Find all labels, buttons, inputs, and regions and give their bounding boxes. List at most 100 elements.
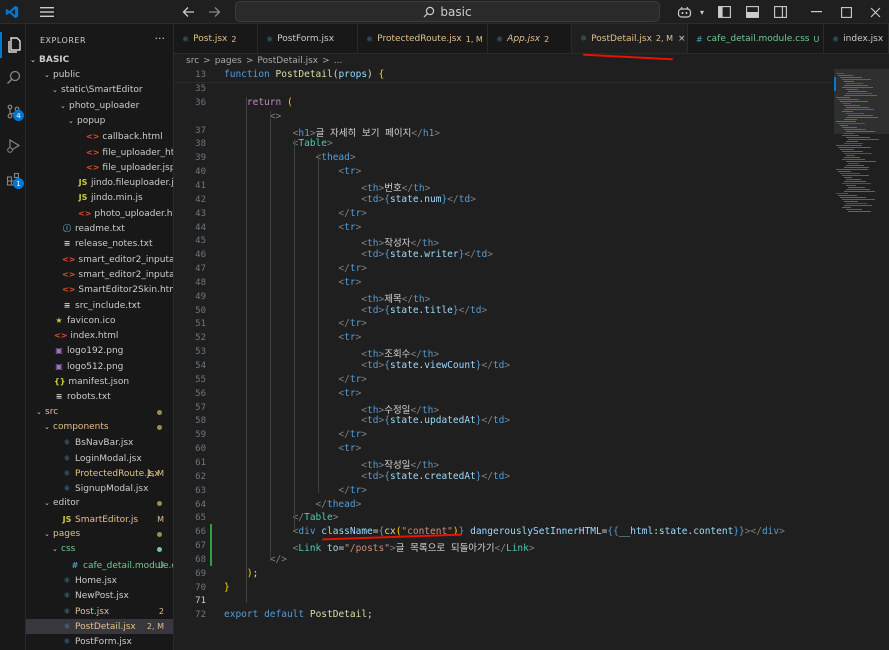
minimap-line — [846, 179, 861, 180]
file-item[interactable]: <>smart_editor2_inputarea_i... — [26, 252, 173, 267]
file-item[interactable]: ⚛ BsNavBar.jsx — [26, 435, 173, 450]
folder-item[interactable]: ⌄ static\SmartEditor — [26, 83, 173, 98]
tab-app-jsx[interactable]: ⚛ App.jsx 2 — [488, 24, 572, 53]
minimap-line — [836, 97, 850, 98]
run-debug-icon[interactable] — [0, 132, 26, 158]
minimap-line — [846, 209, 862, 210]
close-window-icon[interactable] — [862, 0, 889, 24]
file-item[interactable]: ⚛ Post.jsx 2 — [26, 604, 173, 619]
title-bar: basic ▾ — [0, 0, 889, 24]
file-item[interactable]: JS jindo.fileuploader.js — [26, 175, 173, 190]
breadcrumb-item[interactable]: PostDetail.jsx — [257, 56, 318, 66]
minimap-line — [842, 87, 873, 88]
file-name: LoginModal.jsx — [75, 453, 142, 464]
file-item[interactable]: ⚛ SignupModal.jsx — [26, 481, 173, 496]
source-control-icon[interactable]: 4 — [0, 98, 26, 124]
tab-postform-jsx[interactable]: ⚛ PostForm.jsx — [258, 24, 358, 53]
file-item[interactable]: <>smart_editor2_inputarea.ht... — [26, 267, 173, 282]
folder-item[interactable]: ⌄ components — [26, 420, 173, 435]
file-item[interactable]: ▣ logo512.png — [26, 359, 173, 374]
code-line: <td>{state.createdAt}</td> — [361, 470, 511, 482]
indent-guide — [246, 97, 247, 603]
file-item[interactable]: ⚛ Home.jsx — [26, 573, 173, 588]
tab-cafe-detail-module-css[interactable]: # cafe_detail.module.css U — [688, 24, 824, 53]
minimap-line — [844, 85, 868, 86]
file-type-icon: ⚛ — [63, 637, 71, 647]
file-item[interactable]: ⚛ ProtectedRoute.jsx 1, M — [26, 466, 173, 481]
file-item[interactable]: ⓘ readme.txt — [26, 221, 173, 236]
breadcrumb-item[interactable]: src — [186, 56, 199, 66]
file-item[interactable]: <> SmartEditor2Skin.html — [26, 282, 173, 297]
folder-item[interactable]: ⌄ src — [26, 405, 173, 420]
tab-protectedroute-jsx[interactable]: ⚛ ProtectedRoute.jsx 1, M — [358, 24, 488, 53]
folder-item[interactable]: ⌄ photo_uploader — [26, 99, 173, 114]
file-item[interactable]: <>photo_uploader.html — [26, 206, 173, 221]
file-item[interactable]: ⚛ NewPost.jsx — [26, 588, 173, 603]
toggle-secondary-sidebar-icon[interactable] — [768, 0, 792, 24]
breadcrumb-item[interactable]: pages — [215, 56, 242, 66]
tab-label: PostForm.jsx — [277, 34, 335, 44]
copilot-dropdown-icon[interactable]: ▾ — [696, 0, 708, 24]
tab-postdetail-jsx[interactable]: ⚛ PostDetail.jsx 2, M × — [572, 24, 688, 53]
folder-item[interactable]: ⌄ pages — [26, 527, 173, 542]
close-tab-icon[interactable]: × — [678, 34, 686, 44]
maximize-icon[interactable] — [832, 0, 860, 24]
file-item[interactable]: {} manifest.json — [26, 374, 173, 389]
file-item[interactable]: <> callback.html — [26, 129, 173, 144]
file-type-icon: ⚛ — [366, 34, 374, 44]
copilot-icon[interactable] — [672, 0, 696, 24]
folder-item[interactable]: ⌄ public — [26, 68, 173, 83]
minimap-line — [844, 167, 869, 168]
extensions-icon[interactable]: 1 — [0, 166, 26, 192]
search-sidebar-icon[interactable] — [0, 64, 26, 90]
file-item[interactable]: ⚛ LoginModal.jsx — [26, 451, 173, 466]
code-editor[interactable]: 13 function PostDetail(props) { 35 36 retu… — [174, 69, 889, 650]
minimap-line — [844, 129, 866, 130]
folder-name: photo_uploader — [69, 100, 140, 111]
file-name: SmartEditor.js — [75, 514, 139, 525]
minimize-icon[interactable] — [802, 0, 830, 24]
minimap[interactable] — [834, 69, 889, 650]
command-center-search[interactable]: basic — [235, 1, 660, 22]
tab-post-jsx[interactable]: ⚛ Post.jsx 2 — [174, 24, 258, 53]
folder-item[interactable]: ⌄ css — [26, 542, 173, 557]
file-item[interactable]: ⚛ PostForm.jsx — [26, 634, 173, 649]
minimap-line — [844, 181, 866, 182]
file-item[interactable]: JS jindo.min.js — [26, 190, 173, 205]
folder-item[interactable]: ⌄ editor — [26, 496, 173, 511]
minimap-line — [844, 143, 863, 144]
file-item[interactable]: JS SmartEditor.js M — [26, 512, 173, 527]
file-item[interactable]: <>file_uploader_html5.jsp — [26, 145, 174, 160]
file-item[interactable]: ★ favicon.ico — [26, 313, 173, 328]
breadcrumb-item[interactable]: ... — [334, 56, 343, 66]
file-name: release_notes.txt — [75, 239, 153, 250]
more-actions-icon[interactable]: ··· — [155, 32, 166, 45]
indent-guide — [270, 111, 271, 561]
minimap-line — [848, 115, 873, 116]
line-number: 48 — [195, 277, 206, 288]
file-item[interactable]: <> index.html — [26, 328, 173, 343]
explorer-icon[interactable] — [0, 32, 26, 58]
menu-icon[interactable] — [36, 0, 58, 24]
file-item[interactable]: ≡ release_notes.txt — [26, 236, 173, 251]
file-item[interactable]: ≡ robots.txt — [26, 389, 173, 404]
forward-arrow-icon[interactable] — [204, 0, 224, 24]
file-type-icon: <> — [54, 331, 68, 341]
file-item[interactable]: ⚛ PostDetail.jsx 2, M — [26, 618, 173, 634]
file-item[interactable]: ≡ src_include.txt — [26, 298, 173, 313]
toggle-primary-sidebar-icon[interactable] — [712, 0, 736, 24]
back-arrow-icon[interactable] — [178, 0, 198, 24]
breadcrumb-separator-icon: > — [203, 56, 211, 66]
minimap-line — [846, 107, 869, 108]
workspace-root[interactable]: ⌄ BASIC — [26, 53, 173, 68]
file-item[interactable]: #cafe_detail.module.c...U — [26, 558, 173, 573]
toggle-panel-icon[interactable] — [740, 0, 764, 24]
source-control-badge: 4 — [13, 110, 24, 121]
tab-index-jsx[interactable]: ⚛ index.jsx — [824, 24, 889, 53]
file-name: file_uploader_html5.jsp — [102, 147, 174, 158]
file-item[interactable]: ▣ logo192.png — [26, 343, 173, 358]
activity-bar: 4 1 — [0, 24, 26, 650]
folder-item[interactable]: ⌄ popup — [26, 114, 173, 129]
file-item[interactable]: <> file_uploader.jsp — [26, 160, 173, 175]
code-line: <th>제목</th> — [361, 293, 431, 305]
